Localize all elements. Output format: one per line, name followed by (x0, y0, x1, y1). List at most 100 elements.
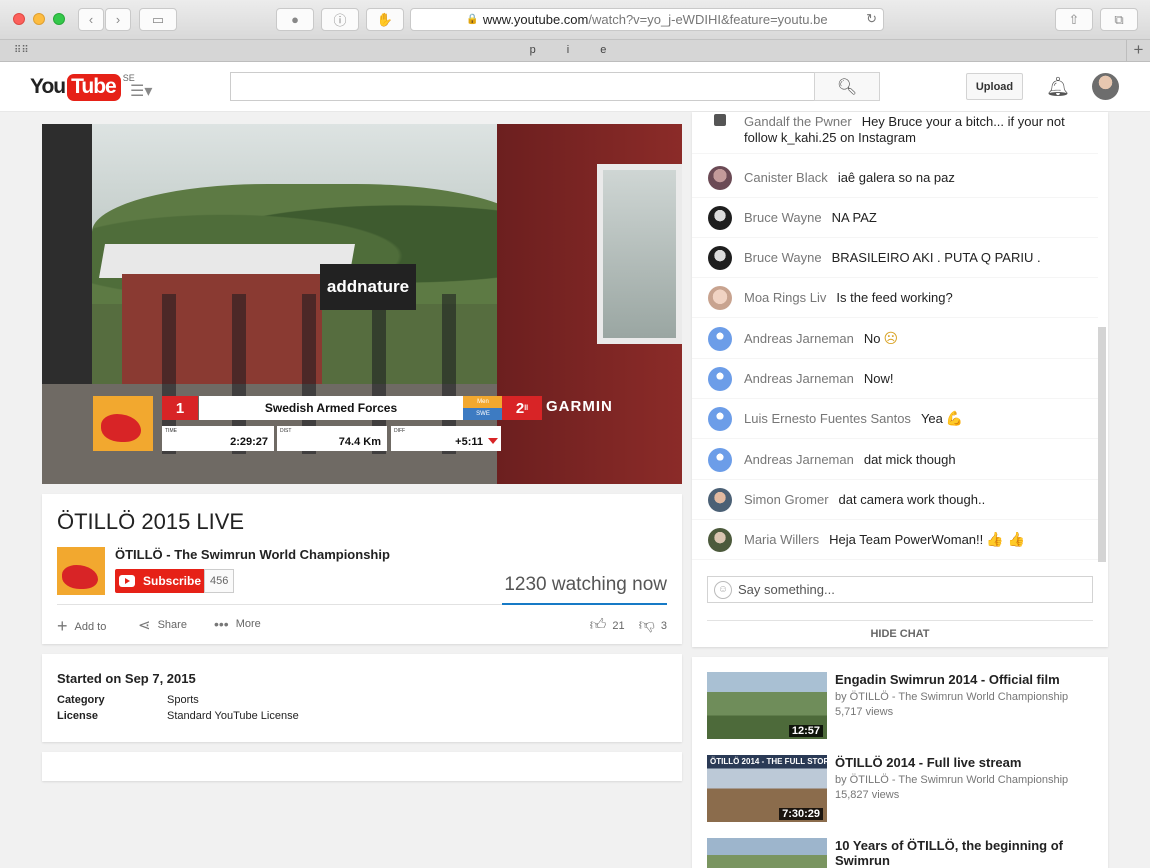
dislike-count: 3 (660, 619, 667, 632)
related-views: 5,717 views (835, 706, 894, 718)
related-channel: by ÖTILLÖ - The Swimrun World Championsh… (835, 774, 1069, 786)
subscriber-count: 456 (204, 569, 235, 593)
logo-you-text: You (30, 75, 66, 98)
thumbs-up-icon[interactable]: 👍︎ (590, 616, 607, 635)
more-button[interactable]: ••• More (214, 616, 261, 632)
thumbs-down-icon[interactable]: 👎︎ (639, 616, 655, 635)
forward-button[interactable]: › (105, 8, 131, 31)
related-title[interactable]: ÖTILLÖ 2014 - Full live stream (835, 755, 1095, 770)
share-page-button[interactable]: ⇧ (1055, 8, 1093, 31)
related-video[interactable]: ÖTILLÖ 2014 - THE FULL STORY 7:30:29 ÖTIL… (707, 755, 1097, 825)
second-rank-suffix: ll (524, 404, 529, 412)
channel-name[interactable]: ÖTILLÖ - The Swimrun World Championship (115, 547, 390, 562)
chat-author[interactable]: Andreas Jarneman (744, 331, 854, 346)
video-scene-window (597, 164, 682, 344)
extension-button-3[interactable]: ✋ (366, 8, 404, 31)
chat-message: Canister Black iaê galera so na paz (692, 158, 1098, 198)
chat-author[interactable]: Canister Black (744, 170, 828, 185)
video-thumbnail[interactable] (707, 838, 827, 868)
show-more-card[interactable] (42, 752, 682, 781)
chat-author[interactable]: Luis Ernesto Fuentes Santos (744, 411, 911, 426)
video-duration: 7:30:29 (779, 808, 823, 820)
more-label: More (235, 618, 261, 630)
search-input[interactable] (230, 72, 815, 101)
related-views: 15,827 views (835, 789, 900, 801)
extension-button-1[interactable]: ● (276, 8, 314, 31)
chat-author[interactable]: Maria Willers (744, 532, 819, 547)
address-bar[interactable]: 🔒 www.youtube.com/watch?v=yo_j-eWDIHI&fe… (410, 8, 884, 31)
chat-text: Now! (863, 371, 894, 386)
overlay-dist: DIST 74.4 Km (277, 426, 387, 451)
info-icon: ⓘ (333, 13, 347, 28)
search-button[interactable]: 🔍︎ (814, 72, 880, 101)
chat-avatar (708, 366, 732, 391)
sidebar-button[interactable]: ▭ (139, 8, 177, 31)
reload-icon[interactable]: ↻ (866, 11, 877, 27)
overlay-second-rank: 2 ll (502, 396, 542, 420)
subscribe-button[interactable]: Subscribe (115, 569, 210, 593)
related-title[interactable]: Engadin Swimrun 2014 - Official film (835, 672, 1095, 687)
youtube-logo[interactable]: You Tube SE (30, 73, 135, 101)
hide-chat-button[interactable]: HIDE CHAT (707, 620, 1093, 646)
related-videos: 12:57 Engadin Swimrun 2014 - Official fi… (692, 657, 1108, 868)
overlay-team: Swedish Armed Forces (199, 396, 463, 420)
overlay-flag: Men SWE (463, 396, 503, 420)
extension-button-2[interactable]: ⓘ (321, 8, 359, 31)
chevron-left-icon: ‹ (88, 12, 94, 27)
chat-avatar (708, 165, 732, 190)
minimize-window-button[interactable] (33, 13, 45, 25)
emoji-picker-icon[interactable]: ☺ (714, 580, 732, 599)
notifications-bell-icon[interactable]: 🔔︎ (1046, 75, 1070, 99)
chat-author[interactable]: Andreas Jarneman (744, 371, 854, 386)
related-video[interactable]: 10 Years of ÖTILLÖ, the beginning of Swi… (707, 838, 1097, 868)
channel-avatar[interactable] (57, 547, 105, 595)
video-player[interactable]: addnature 1 Swedish Armed Forces Men SWE … (42, 124, 682, 484)
tabs-overview-button[interactable]: ⧉ (1100, 8, 1138, 31)
related-video[interactable]: 12:57 Engadin Swimrun 2014 - Official fi… (707, 672, 1097, 742)
share-icon: ⋖ (138, 617, 151, 634)
category-value[interactable]: Sports (167, 694, 199, 706)
chat-message: Maria Willers Heja Team PowerWoman!! 👍 👍 (692, 520, 1098, 560)
chat-text: Heja Team PowerWoman!! (829, 532, 984, 547)
video-duration: 12:57 (788, 725, 823, 737)
chat-avatar (708, 245, 732, 270)
close-window-button[interactable] (13, 13, 25, 25)
chat-message: Moa Rings Liv Is the feed working? (692, 278, 1098, 318)
chat-avatar (708, 205, 732, 230)
lock-icon: 🔒 (466, 14, 479, 25)
chat-author[interactable]: Moa Rings Liv (744, 290, 826, 305)
sad-face-emoji-icon: ☹ (883, 330, 899, 346)
chat-message-list[interactable]: Gandalf the Pwner Hey Bruce your a bitch.… (692, 112, 1098, 562)
chat-message: Andreas Jarneman dat mick though (692, 440, 1098, 480)
overlay-time: TIME 2:29:27 (162, 426, 274, 451)
chat-author[interactable]: Gandalf the Pwner (744, 114, 852, 129)
url-path: /watch?v=yo_j-eWDIHI&feature=youtu.be (588, 12, 828, 27)
chat-scrollbar[interactable] (1098, 327, 1106, 562)
tab-title[interactable]: p i e (0, 44, 1150, 56)
chat-author[interactable]: Bruce Wayne (744, 210, 822, 225)
chat-avatar (708, 285, 732, 310)
share-label: Share (157, 619, 187, 631)
overlay-country: SWE (476, 411, 490, 417)
chat-author[interactable]: Simon Gromer (744, 492, 829, 507)
upload-button[interactable]: Upload (966, 73, 1023, 100)
video-thumbnail[interactable]: ÖTILLÖ 2014 - THE FULL STORY 7:30:29 (707, 755, 827, 822)
search-icon: 🔍︎ (836, 78, 858, 96)
like-dislike: 👍︎ 21 👎︎ 3 (576, 616, 667, 635)
video-thumbnail[interactable]: 12:57 (707, 672, 827, 739)
guide-menu-icon[interactable]: ☰▾ (130, 81, 152, 101)
chat-input[interactable]: ☺ Say something... (707, 576, 1093, 603)
hand-icon: ✋ (376, 11, 394, 27)
new-tab-button[interactable]: + (1126, 40, 1150, 62)
license-label: License (57, 710, 98, 722)
add-to-button[interactable]: + Add to (57, 616, 106, 637)
zoom-window-button[interactable] (53, 13, 65, 25)
share-button[interactable]: ⋖ Share (138, 616, 187, 634)
chat-author[interactable]: Andreas Jarneman (744, 452, 854, 467)
overlay-category: Men (477, 399, 489, 405)
tabs-icon: ⧉ (1114, 11, 1124, 27)
related-title[interactable]: 10 Years of ÖTILLÖ, the beginning of Swi… (835, 838, 1095, 868)
back-button[interactable]: ‹ (78, 8, 104, 31)
chat-author[interactable]: Bruce Wayne (744, 250, 822, 265)
user-avatar[interactable] (1092, 73, 1119, 100)
